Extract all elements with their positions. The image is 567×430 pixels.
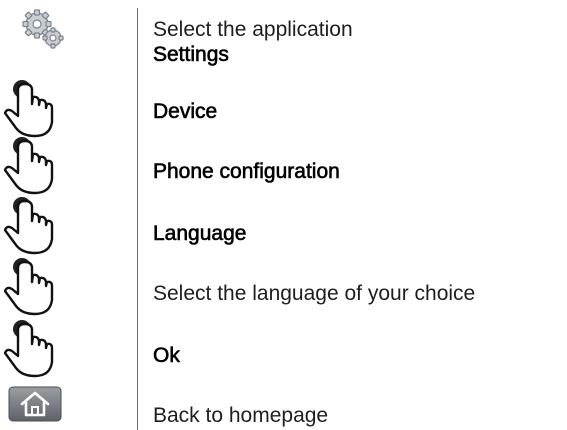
step-select-app-line1: Select the application [153, 18, 353, 41]
home-icon [8, 386, 78, 422]
step-ok-label: Ok [153, 344, 180, 368]
step-choose-language-label: Select the language of your choice [153, 282, 476, 305]
column-divider [137, 8, 138, 430]
hand-tap-icon [2, 78, 72, 140]
hand-tap-icon [2, 135, 72, 197]
step-device-label: Device [153, 100, 218, 124]
step-language-label: Language [153, 222, 247, 246]
hand-tap-icon [2, 195, 72, 257]
hand-tap-icon [2, 318, 72, 380]
step-settings-label: Settings [153, 43, 229, 67]
step-back-home-label: Back to homepage [153, 404, 329, 427]
gear-icon [20, 8, 90, 50]
hand-tap-icon [2, 256, 72, 318]
step-phone-config-label: Phone configuration [153, 160, 340, 184]
